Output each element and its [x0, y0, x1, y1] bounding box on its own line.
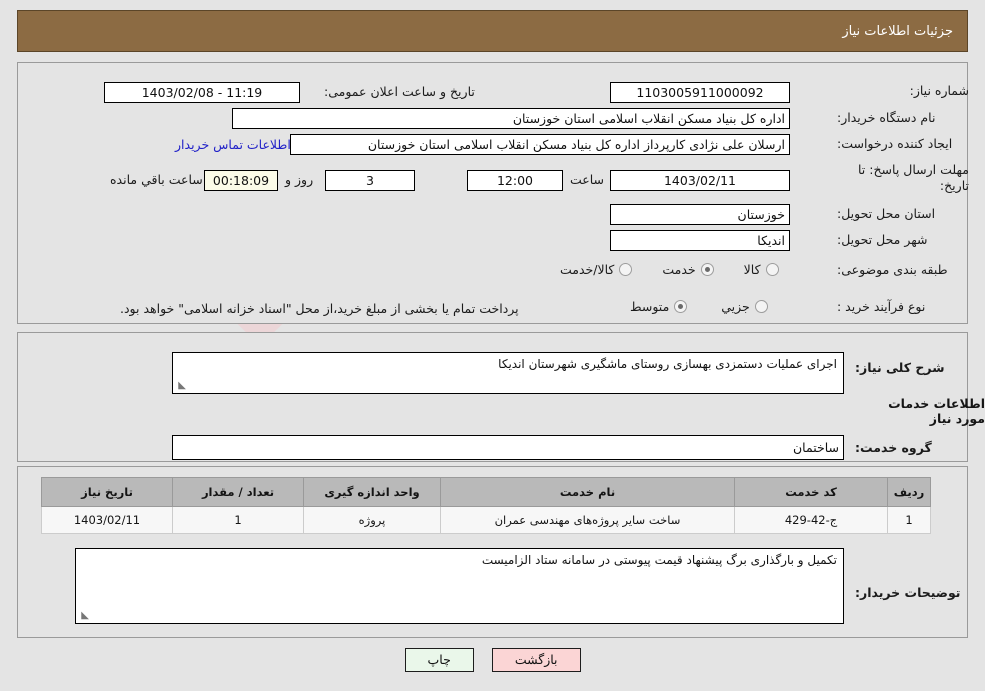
radio-service-icon[interactable]	[700, 263, 714, 276]
resize-grip-icon[interactable]: ◣	[176, 381, 186, 391]
cell-code: ج-42-429	[734, 506, 888, 534]
radio-minor-icon[interactable]	[754, 300, 768, 313]
buyer-org-field[interactable]: اداره کل بنیاد مسکن انقلاب اسلامی استان …	[232, 108, 790, 129]
cell-quantity: 1	[172, 506, 304, 534]
page-title: جزئیات اطلاعات نیاز	[842, 23, 953, 39]
description-label: شرح کلی نیاز:	[855, 360, 945, 375]
process-radio-group: جزیي متوسط	[630, 299, 768, 314]
need-number-row: شماره نیاز:	[837, 83, 969, 99]
service-group-field[interactable]: ساختمان	[172, 435, 844, 460]
city-field[interactable]: اندیکا	[610, 230, 790, 251]
col-quantity: تعداد / مقدار	[172, 477, 304, 507]
buyer-notes-textarea[interactable]: تکمیل و بارگذاری برگ پیشنهاد قیمت پیوستی…	[75, 548, 844, 624]
countdown-field: 00:18:09	[204, 170, 278, 191]
category-label: طبقه بندی موضوعی:	[837, 262, 948, 277]
province-label: استان محل تحویل:	[837, 206, 936, 221]
col-unit: واحد اندازه گیری	[303, 477, 441, 507]
page-header: جزئیات اطلاعات نیاز	[17, 10, 968, 52]
deadline-hour-label: ساعت	[570, 172, 605, 187]
category-radio-group: کالا خدمت کالا/خدمت	[560, 262, 779, 277]
request-creator-label: ایجاد کننده درخواست:	[837, 136, 953, 151]
col-date: تاریخ نیاز	[41, 477, 173, 507]
category-option-goods-service[interactable]: کالا/خدمت	[560, 262, 633, 277]
service-group-label: گروه خدمت:	[855, 440, 932, 455]
remaining-days-field[interactable]: 3	[325, 170, 415, 191]
deadline-time-field[interactable]: 12:00	[467, 170, 563, 191]
process-option-minor[interactable]: جزیي	[721, 299, 768, 314]
category-option-goods[interactable]: کالا	[744, 262, 779, 277]
buyer-notes-value: تکمیل و بارگذاری برگ پیشنهاد قیمت پیوستی…	[481, 553, 837, 567]
table-header-row: ردیف کد خدمت نام خدمت واحد اندازه گیری ت…	[41, 477, 931, 507]
services-table: ردیف کد خدمت نام خدمت واحد اندازه گیری ت…	[41, 477, 931, 534]
request-creator-field[interactable]: ارسلان علی نژادی کارپرداز اداره کل بنیاد…	[290, 134, 790, 155]
buyer-org-label: نام دستگاه خریدار:	[837, 110, 936, 125]
remaining-days-label: روز و	[285, 172, 314, 187]
cell-date: 1403/02/11	[41, 506, 173, 534]
description-textarea[interactable]: اجرای عملیات دستمزدی بهسازی روستای ماشگی…	[172, 352, 844, 394]
city-label: شهر محل تحویل:	[837, 232, 928, 247]
countdown-label: ساعت باقي مانده	[110, 172, 203, 187]
deadline-date-field[interactable]: 1403/02/11	[610, 170, 790, 191]
public-announce-field[interactable]: 1403/02/08 - 11:19	[104, 82, 300, 103]
description-value: اجرای عملیات دستمزدی بهسازی روستای ماشگی…	[498, 357, 837, 371]
col-code: کد خدمت	[734, 477, 888, 507]
services-section-title: اطلاعات خدمات مورد نیاز	[888, 396, 985, 426]
category-option-service-label: خدمت	[662, 262, 696, 277]
cell-name: ساخت سایر پروژه‌های مهندسی عمران	[440, 506, 735, 534]
province-field[interactable]: خوزستان	[610, 204, 790, 225]
need-number-label: شماره نیاز:	[909, 83, 969, 98]
radio-medium-icon[interactable]	[674, 300, 688, 313]
category-option-goods-label: کالا	[743, 262, 761, 277]
back-button[interactable]: بازگشت	[491, 648, 581, 672]
resize-grip-icon-notes[interactable]: ◣	[79, 611, 89, 621]
col-name: نام خدمت	[440, 477, 735, 507]
category-option-goods-service-label: کالا/خدمت	[560, 262, 615, 277]
radio-goods-icon[interactable]	[765, 263, 779, 276]
cell-unit: پروژه	[303, 506, 441, 534]
table-row[interactable]: 1 ج-42-429 ساخت سایر پروژه‌های مهندسی عم…	[41, 506, 931, 534]
category-option-service[interactable]: خدمت	[662, 262, 714, 277]
need-number-field[interactable]: 1103005911000092	[610, 82, 790, 103]
process-label: نوع فرآیند خرید :	[837, 299, 926, 314]
public-announce-label: تاریخ و ساعت اعلان عمومی:	[324, 84, 475, 99]
col-index: ردیف	[887, 477, 931, 507]
buyer-contact-link[interactable]: اطلاعات تماس خریدار	[175, 137, 291, 152]
radio-goods-service-icon[interactable]	[619, 263, 633, 276]
process-option-minor-label: جزیي	[721, 299, 750, 314]
footer-buttons: بازگشت چاپ	[0, 648, 985, 672]
process-option-medium-label: متوسط	[630, 299, 670, 314]
process-option-medium[interactable]: متوسط	[630, 299, 688, 314]
cell-index: 1	[887, 506, 931, 534]
buyer-notes-label: توضیحات خریدار:	[855, 585, 961, 600]
print-button[interactable]: چاپ	[404, 648, 474, 672]
deadline-label: مهلت ارسال پاسخ: تا تاریخ:	[858, 162, 969, 193]
process-note: پرداخت تمام یا بخشی از مبلغ خرید،از محل …	[120, 301, 519, 316]
